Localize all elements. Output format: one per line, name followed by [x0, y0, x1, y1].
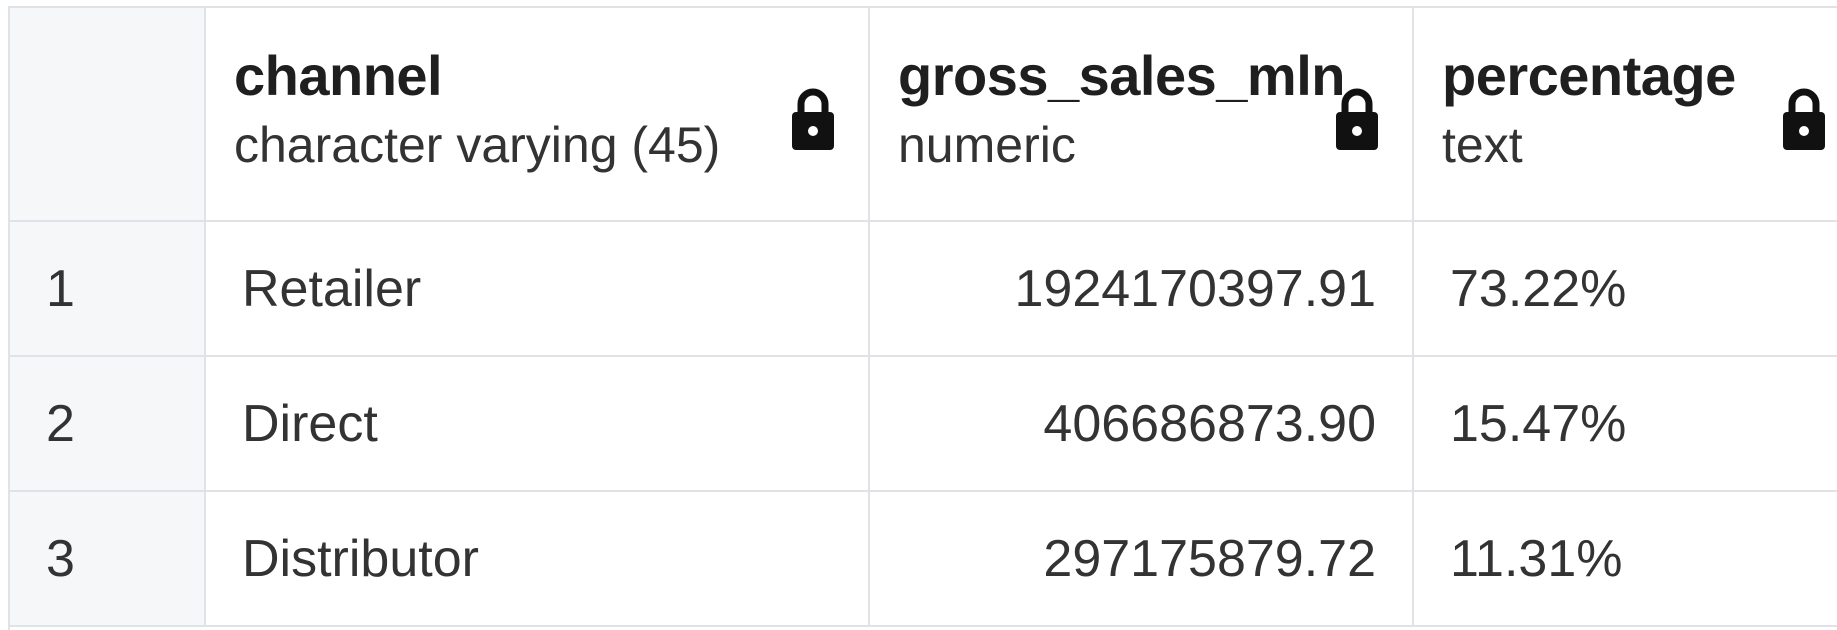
column-header-channel[interactable]: channel character varying (45) — [206, 8, 870, 220]
cell-value: 11.31% — [1450, 529, 1623, 588]
table-row[interactable]: 3 Distributor 297175879.72 11.31% — [10, 492, 1837, 627]
row-number[interactable]: 3 — [10, 492, 206, 625]
cell-percentage[interactable]: 15.47% — [1414, 357, 1837, 490]
row-number[interactable]: 1 — [10, 222, 206, 355]
column-type: text — [1442, 117, 1523, 174]
cell-percentage[interactable]: 11.31% — [1414, 492, 1837, 625]
cell-gross-sales[interactable]: 1924170397.91 — [870, 222, 1414, 355]
column-type: character varying (45) — [234, 117, 721, 174]
table-row[interactable]: 1 Retailer 1924170397.91 73.22% — [10, 222, 1837, 357]
row-number-label: 3 — [46, 529, 75, 588]
cell-value: 73.22% — [1450, 259, 1627, 318]
cell-channel[interactable]: Direct — [206, 357, 870, 490]
cell-value: Direct — [242, 394, 378, 453]
cell-percentage[interactable]: 73.22% — [1414, 222, 1837, 355]
lock-icon — [792, 88, 834, 150]
cell-value: 15.47% — [1450, 394, 1627, 453]
lock-icon — [1783, 88, 1825, 150]
row-number-label: 1 — [46, 259, 75, 318]
column-type: numeric — [898, 117, 1076, 174]
cell-value: 1924170397.91 — [1014, 259, 1377, 318]
result-grid: channel character varying (45) gross_sal… — [8, 6, 1837, 630]
row-number-header — [10, 8, 206, 220]
cell-value: 297175879.72 — [1043, 529, 1376, 588]
column-name: channel — [234, 44, 443, 108]
column-header-gross-sales[interactable]: gross_sales_mln numeric — [870, 8, 1414, 220]
cell-channel[interactable]: Distributor — [206, 492, 870, 625]
lock-icon — [1336, 88, 1378, 150]
column-name: percentage — [1442, 44, 1736, 108]
column-name: gross_sales_mln — [898, 44, 1345, 108]
row-number[interactable]: 2 — [10, 357, 206, 490]
cell-value: Retailer — [242, 259, 422, 318]
cell-gross-sales[interactable]: 297175879.72 — [870, 492, 1414, 625]
cell-channel[interactable]: Retailer — [206, 222, 870, 355]
cell-gross-sales[interactable]: 406686873.90 — [870, 357, 1414, 490]
cell-value: 406686873.90 — [1043, 394, 1376, 453]
cell-value: Distributor — [242, 529, 479, 588]
table-row[interactable]: 2 Direct 406686873.90 15.47% — [10, 357, 1837, 492]
grid-header-row: channel character varying (45) gross_sal… — [10, 8, 1837, 222]
row-number-label: 2 — [46, 394, 75, 453]
column-header-percentage[interactable]: percentage text — [1414, 8, 1837, 220]
